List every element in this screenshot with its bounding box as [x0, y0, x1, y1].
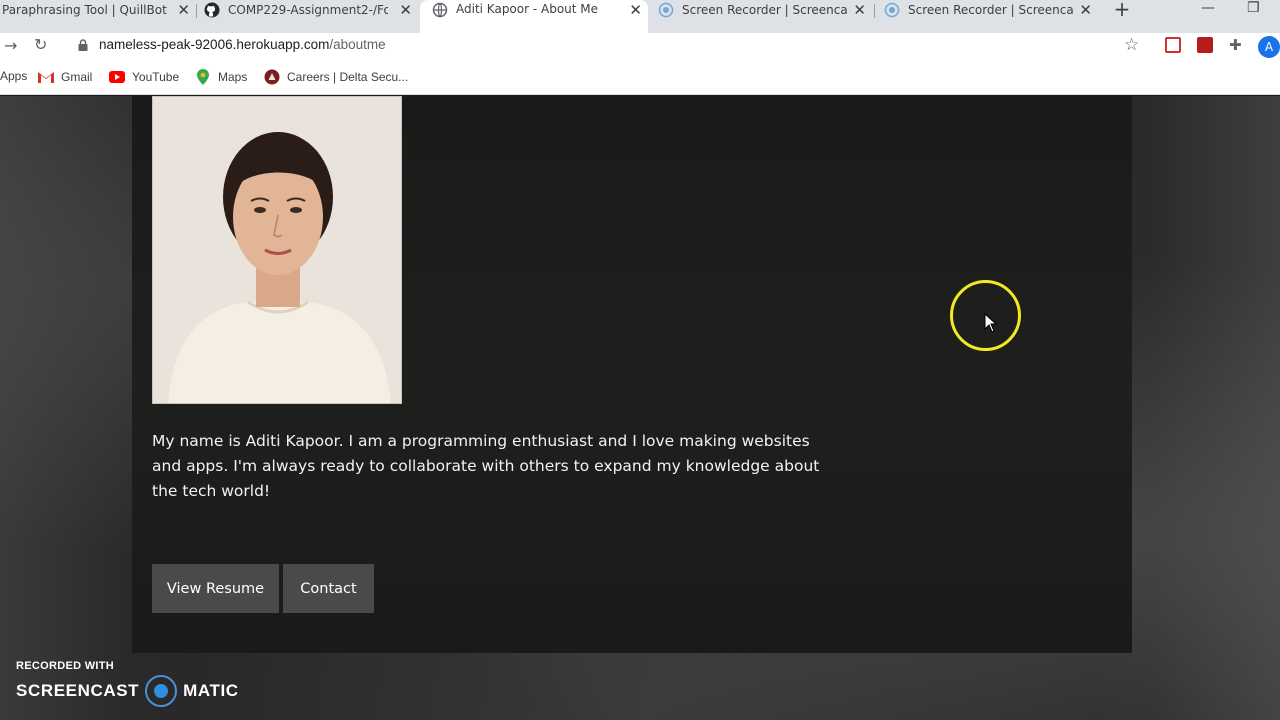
tab-title: Aditi Kapoor - About Me [456, 2, 599, 16]
bookmark-delta-careers[interactable]: Careers | Delta Secu... [264, 69, 408, 85]
gmail-icon [38, 69, 54, 85]
close-icon[interactable]: ✕ [1079, 1, 1092, 19]
profile-avatar[interactable]: A [1258, 36, 1280, 58]
watermark-recorded-with: RECORDED WITH [16, 660, 115, 672]
tab-title: Paraphrasing Tool | QuillBot AI [2, 3, 167, 17]
screencast-watermark: RECORDED WITH SCREENCAST MATIC [16, 660, 239, 707]
tab-github[interactable]: COMP229-Assignment2-/For u ✕ [196, 0, 418, 20]
tab-title: Screen Recorder | Screencast-O [682, 3, 847, 17]
url-text: nameless-peak-92006.herokuapp.com/aboutm… [99, 37, 386, 52]
bookmark-label: YouTube [132, 70, 180, 84]
tab-title: COMP229-Assignment2-/For u [228, 3, 388, 17]
tab-strip: Paraphrasing Tool | QuillBot AI ✕ COMP22… [0, 0, 1280, 33]
url-path: /aboutme [329, 37, 386, 52]
close-icon[interactable]: ✕ [853, 1, 866, 19]
pocket-extension-icon[interactable] [1165, 37, 1181, 53]
bio-paragraph: My name is Aditi Kapoor. I am a programm… [152, 432, 820, 500]
url-host: nameless-peak-92006.herokuapp.com [99, 37, 330, 52]
mouse-cursor-icon [984, 313, 998, 333]
bookmark-label: Gmail [61, 70, 93, 84]
delta-icon [264, 69, 280, 85]
tab-screencast-2[interactable]: Screen Recorder | Screencast-O ✕ [876, 0, 1098, 20]
contact-button[interactable]: Contact [283, 564, 374, 613]
bookmark-star-icon[interactable]: ☆ [1124, 35, 1139, 55]
bookmark-youtube[interactable]: YouTube [109, 69, 179, 85]
address-bar[interactable]: nameless-peak-92006.herokuapp.com/aboutm… [66, 33, 1156, 59]
view-resume-button[interactable]: View Resume [152, 564, 279, 613]
browser-toolbar: → ↻ nameless-peak-92006.herokuapp.com/ab… [0, 33, 1280, 61]
restore-icon[interactable]: ❐ [1247, 0, 1260, 16]
globe-icon [432, 2, 448, 18]
lock-icon [78, 39, 88, 51]
screencast-icon [658, 2, 674, 18]
youtube-icon [109, 69, 125, 85]
bookmark-label: Careers | Delta Secu... [287, 70, 409, 84]
tab-separator [874, 4, 875, 18]
screencast-icon [884, 2, 900, 18]
bookmark-apps[interactable]: Apps [0, 69, 27, 83]
tab-screencast-1[interactable]: Screen Recorder | Screencast-O ✕ [650, 0, 872, 20]
watermark-matic: MATIC [183, 681, 239, 700]
github-icon [204, 2, 220, 18]
tab-aboutme[interactable]: Aditi Kapoor - About Me ✕ [420, 0, 648, 33]
new-tab-icon[interactable]: + [1112, 0, 1132, 20]
minimize-icon[interactable]: — [1201, 0, 1215, 16]
close-icon[interactable]: ✕ [177, 1, 190, 19]
bookmarks-bar: Apps Gmail YouTube Maps Careers | Delta … [0, 61, 1280, 95]
bookmark-gmail[interactable]: Gmail [38, 69, 92, 85]
bookmark-label: Apps [0, 69, 28, 83]
watermark-screencast: SCREENCAST [16, 681, 140, 700]
close-icon[interactable]: ✕ [399, 1, 412, 19]
tab-quillbot[interactable]: Paraphrasing Tool | QuillBot AI ✕ [0, 0, 196, 20]
close-icon[interactable]: ✕ [629, 1, 642, 19]
tab-title: Screen Recorder | Screencast-O [908, 3, 1073, 17]
bookmark-label: Maps [218, 70, 248, 84]
maps-icon [195, 69, 211, 85]
screencast-logo-icon [145, 675, 178, 707]
pdf-extension-icon[interactable] [1197, 37, 1213, 53]
extensions-puzzle-icon[interactable]: ✚ [1229, 37, 1245, 53]
forward-icon[interactable]: → [4, 36, 17, 55]
reload-icon[interactable]: ↻ [34, 35, 47, 54]
bookmark-maps[interactable]: Maps [195, 69, 247, 85]
profile-photo [152, 96, 402, 404]
